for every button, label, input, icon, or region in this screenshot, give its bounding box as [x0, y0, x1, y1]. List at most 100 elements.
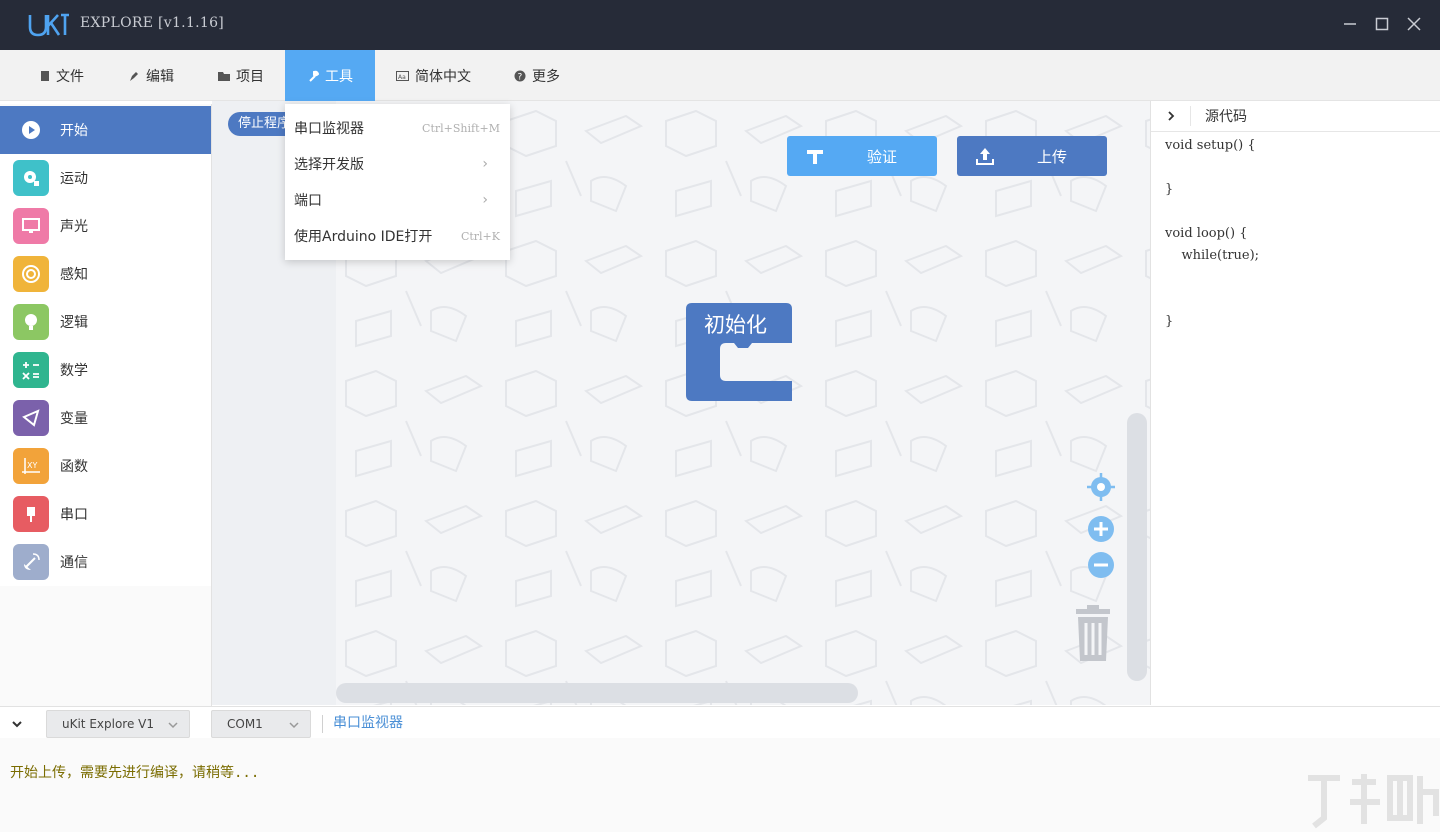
- chevron-down-icon: [167, 719, 179, 733]
- bottom-toolbar: uKit Explore V1 COM1 串口监视器: [0, 706, 1440, 738]
- menu-item-select-board[interactable]: 选择开发版 ›: [285, 146, 510, 182]
- category-label: 串口: [60, 507, 88, 523]
- category-start[interactable]: 开始: [0, 106, 211, 154]
- wrench-icon: [307, 70, 319, 82]
- menu-bar: 文件 编辑 项目 工具 Aa 简体中文 ? 更多: [0, 50, 1440, 101]
- menu-file[interactable]: 文件: [40, 50, 84, 101]
- port-select-value: COM1: [227, 717, 263, 731]
- source-code-panel: 源代码 void setup() { } void loop() { while…: [1150, 101, 1440, 705]
- code-panel-header: 源代码: [1151, 101, 1440, 132]
- usb-icon: [13, 496, 49, 532]
- chevron-right-icon: ›: [482, 192, 488, 208]
- category-label: 通信: [60, 555, 88, 571]
- minimize-icon[interactable]: [1339, 13, 1361, 35]
- folder-icon: [218, 71, 230, 81]
- svg-text:XY: XY: [27, 461, 37, 470]
- menu-project[interactable]: 项目: [218, 50, 264, 101]
- svg-text:?: ?: [518, 72, 523, 82]
- menu-more[interactable]: ? 更多: [514, 50, 560, 101]
- file-icon: [40, 70, 50, 82]
- watermark-logo: [1308, 774, 1439, 829]
- category-sidebar: 开始 运动 声光 感知 逻辑 数学 变量 XY 函数 串口 通信: [0, 104, 212, 706]
- display-icon: [13, 208, 49, 244]
- maximize-icon[interactable]: [1371, 13, 1393, 35]
- category-motion[interactable]: 运动: [0, 154, 211, 202]
- menu-tools-label: 工具: [325, 68, 353, 85]
- help-icon: ?: [514, 70, 526, 82]
- category-label: 开始: [60, 123, 88, 139]
- serial-monitor-link[interactable]: 串口监视器: [322, 715, 403, 733]
- close-icon[interactable]: [1403, 13, 1425, 35]
- motion-icon: [13, 160, 49, 196]
- category-math[interactable]: 数学: [0, 346, 211, 394]
- menu-item-serial-monitor[interactable]: 串口监视器 Ctrl+Shift+M: [285, 110, 510, 146]
- menu-edit[interactable]: 编辑: [128, 50, 174, 101]
- chevron-down-icon[interactable]: [8, 715, 26, 733]
- title-bar: EXPLORE [v1.1.16]: [0, 0, 1440, 50]
- shortcut-label: Ctrl+Shift+M: [422, 121, 500, 135]
- menu-item-label: 串口监视器: [294, 121, 364, 137]
- menu-project-label: 项目: [236, 68, 264, 85]
- menu-more-label: 更多: [532, 68, 560, 85]
- category-communication[interactable]: 通信: [0, 538, 211, 586]
- workspace-vertical-scrollbar[interactable]: [1127, 413, 1147, 681]
- category-sensor[interactable]: 感知: [0, 250, 211, 298]
- category-serial[interactable]: 串口: [0, 490, 211, 538]
- menu-language[interactable]: Aa 简体中文: [396, 50, 471, 101]
- trash-icon[interactable]: [1072, 605, 1114, 663]
- console-output: 开始上传，需要先进行编译，请稍等...: [0, 738, 1440, 832]
- upload-label: 上传: [1037, 147, 1068, 166]
- upload-icon: [975, 146, 997, 166]
- code-line: while(true);: [1165, 248, 1260, 263]
- upload-button[interactable]: 上传: [957, 136, 1107, 176]
- recenter-icon[interactable]: [1086, 472, 1116, 502]
- window-title: EXPLORE [v1.1.16]: [80, 15, 225, 31]
- play-icon: [13, 112, 49, 148]
- category-label: 函数: [60, 459, 88, 475]
- init-block-label: 初始化: [704, 313, 767, 337]
- category-function[interactable]: XY 函数: [0, 442, 211, 490]
- zoom-in-icon[interactable]: [1086, 514, 1116, 544]
- category-label: 变量: [60, 411, 88, 427]
- code-panel-title: 源代码: [1205, 109, 1247, 125]
- menu-item-label: 端口: [294, 193, 322, 209]
- category-label: 感知: [60, 267, 88, 283]
- code-line: }: [1165, 182, 1174, 197]
- console-message: 开始上传，需要先进行编译，请稍等...: [10, 765, 260, 781]
- menu-item-label: 选择开发版: [294, 157, 364, 173]
- category-logic[interactable]: 逻辑: [0, 298, 211, 346]
- board-select[interactable]: uKit Explore V1: [46, 710, 190, 738]
- board-select-value: uKit Explore V1: [62, 717, 155, 731]
- chevron-right-icon: ›: [482, 156, 488, 172]
- app-logo: [28, 12, 70, 38]
- language-icon: Aa: [396, 70, 409, 81]
- svg-text:Aa: Aa: [398, 74, 406, 81]
- category-label: 声光: [60, 219, 88, 235]
- stop-program-block[interactable]: 停止程序: [228, 112, 292, 136]
- math-icon: [13, 352, 49, 388]
- code-line: void setup() {: [1165, 138, 1256, 153]
- code-line: void loop() {: [1165, 226, 1248, 241]
- verify-button[interactable]: 验证: [787, 136, 937, 176]
- hammer-icon: [805, 146, 827, 166]
- category-sound-light[interactable]: 声光: [0, 202, 211, 250]
- satellite-icon: [13, 544, 49, 580]
- tools-dropdown-menu: 串口监视器 Ctrl+Shift+M 选择开发版 › 端口 › 使用Arduin…: [285, 104, 510, 260]
- port-select[interactable]: COM1: [211, 710, 311, 738]
- category-variable[interactable]: 变量: [0, 394, 211, 442]
- category-label: 运动: [60, 171, 88, 187]
- menu-item-open-arduino-ide[interactable]: 使用Arduino IDE打开 Ctrl+K: [285, 218, 510, 254]
- zoom-out-icon[interactable]: [1086, 550, 1116, 580]
- variable-icon: [13, 400, 49, 436]
- pen-icon: [128, 70, 140, 82]
- workspace-horizontal-scrollbar[interactable]: [336, 683, 858, 703]
- shortcut-label: Ctrl+K: [460, 229, 500, 243]
- chevron-right-icon[interactable]: [1151, 106, 1191, 126]
- code-line: }: [1165, 314, 1174, 329]
- menu-edit-label: 编辑: [146, 68, 174, 85]
- menu-item-port[interactable]: 端口 ›: [285, 182, 510, 218]
- menu-file-label: 文件: [56, 68, 84, 85]
- verify-label: 验证: [867, 147, 898, 166]
- menu-tools[interactable]: 工具: [285, 50, 375, 101]
- function-icon: XY: [13, 448, 49, 484]
